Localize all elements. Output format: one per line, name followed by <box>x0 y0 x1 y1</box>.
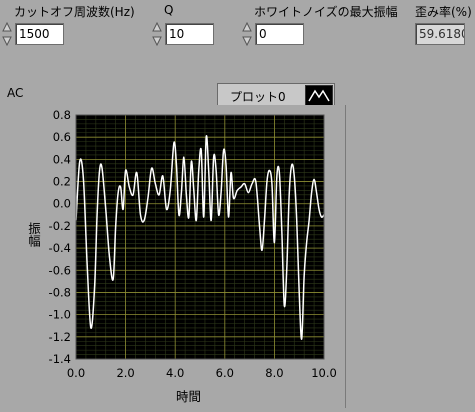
cutoff-label: カットオフ周波数(Hz) <box>14 5 135 19</box>
y-tick-label: 0.6 <box>53 130 71 144</box>
distortion-indicator: 59.6180 <box>415 23 465 45</box>
legend-line-icon[interactable] <box>305 85 333 106</box>
cutoff-input[interactable]: 1500 <box>15 23 64 45</box>
waveform-graph: 0.0 2.0 4.0 6.0 8.0 10.0 0.8 0.6 0.4 0.2 0.0 -0.2 -0… <box>2 105 346 408</box>
y-tick-label: 0.2 <box>53 175 71 189</box>
y-tick-label: 0.4 <box>53 152 71 166</box>
y-tick-label: -1.0 <box>49 308 71 322</box>
x-tick-label: 2.0 <box>116 366 134 380</box>
y-tick-label: -1.2 <box>49 330 71 344</box>
q-label: Q <box>164 3 174 17</box>
x-tick-label: 0.0 <box>67 366 85 380</box>
q-spinner[interactable] <box>151 17 163 51</box>
x-tick-label: 8.0 <box>265 366 283 380</box>
x-axis-label: 時間 <box>176 389 202 404</box>
noise-input[interactable]: 0 <box>255 23 304 45</box>
q-input[interactable]: 10 <box>165 23 214 45</box>
y-tick-label: 0.8 <box>53 108 71 122</box>
y-axis-label: 振幅 <box>26 222 41 247</box>
x-tick-label: 4.0 <box>166 366 184 380</box>
y-tick-label: -0.8 <box>49 285 71 299</box>
graph-side-panel <box>345 80 475 410</box>
y-tick-label: -0.6 <box>49 263 71 277</box>
cutoff-spinner[interactable] <box>1 17 13 51</box>
x-tick-label: 6.0 <box>216 366 234 380</box>
spinner-arrows-icon[interactable] <box>1 17 13 51</box>
noise-label: ホワイトノイズの最大振幅 <box>254 5 398 19</box>
y-tick-label: -1.4 <box>49 352 71 366</box>
noise-spinner[interactable] <box>241 17 253 51</box>
waveform-chart: 0.0 2.0 4.0 6.0 8.0 10.0 0.8 0.6 0.4 0.2 0.0 -0.2 -0… <box>49 108 337 380</box>
y-tick-label: 0.0 <box>53 197 71 211</box>
spinner-arrows-icon[interactable] <box>151 17 163 51</box>
legend-label: プロット0 <box>230 90 286 104</box>
distortion-label: 歪み率(%) <box>415 5 472 19</box>
y-tick-label: -0.2 <box>49 219 71 233</box>
graph-title: AC <box>7 86 24 100</box>
spinner-arrows-icon[interactable] <box>241 17 253 51</box>
x-tick-label: 10.0 <box>311 366 337 380</box>
y-tick-label: -0.4 <box>49 241 71 255</box>
